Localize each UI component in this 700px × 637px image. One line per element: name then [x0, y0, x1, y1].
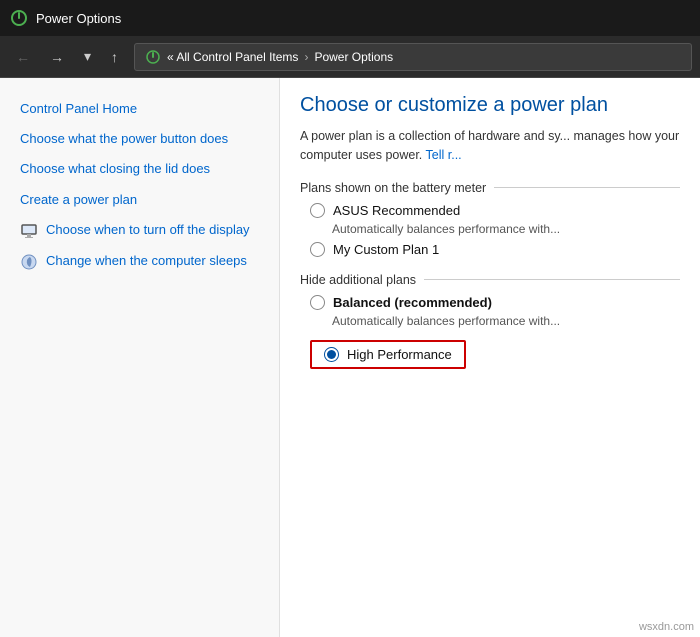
- sleep-icon: [20, 253, 38, 271]
- back-button[interactable]: ←: [8, 45, 38, 69]
- navbar: ← → ▾ ↑ « All Control Panel Items › Powe…: [0, 36, 700, 78]
- plans-shown-label: Plans shown on the battery meter: [300, 181, 680, 195]
- content-description: A power plan is a collection of hardware…: [300, 127, 680, 165]
- plan-desc-asus: Automatically balances performance with.…: [310, 222, 680, 236]
- address-bar[interactable]: « All Control Panel Items › Power Option…: [134, 43, 692, 71]
- sidebar-item-when-sleeps[interactable]: Change when the computer sleeps: [0, 246, 279, 277]
- sidebar-item-closing-lid[interactable]: Choose what closing the lid does: [0, 154, 279, 184]
- plan-name-balanced: Balanced (recommended): [333, 295, 492, 310]
- plan-item-balanced: Balanced (recommended) Automatically bal…: [310, 295, 680, 328]
- sidebar-item-power-button[interactable]: Choose what the power button does: [0, 124, 279, 154]
- sidebar-item-create-plan[interactable]: Create a power plan: [0, 185, 279, 215]
- content-area: Choose or customize a power plan A power…: [280, 78, 700, 637]
- radio-balanced[interactable]: [310, 295, 325, 310]
- radio-high-performance[interactable]: [324, 347, 339, 362]
- up-button[interactable]: ↑: [103, 45, 126, 69]
- plan-item-asus: ASUS Recommended Automatically balances …: [310, 203, 680, 236]
- high-performance-box: High Performance: [310, 340, 466, 369]
- radio-custom[interactable]: [310, 242, 325, 257]
- address-bar-icon: [145, 49, 161, 65]
- titlebar-title: Power Options: [36, 11, 121, 26]
- main-container: Control Panel Home Choose what the power…: [0, 78, 700, 637]
- radio-asus[interactable]: [310, 203, 325, 218]
- plan-desc-balanced: Automatically balances performance with.…: [310, 314, 680, 328]
- display-icon: [20, 222, 38, 240]
- forward-button[interactable]: →: [42, 45, 72, 69]
- plan-item-custom: My Custom Plan 1: [310, 242, 680, 257]
- plan-name-asus: ASUS Recommended: [333, 203, 460, 218]
- sidebar-item-turn-off-display[interactable]: Choose when to turn off the display: [0, 215, 279, 246]
- tell-more-link[interactable]: Tell r...: [426, 148, 462, 162]
- titlebar: Power Options: [0, 0, 700, 36]
- nav-path-text: « All Control Panel Items › Power Option…: [167, 50, 393, 64]
- sidebar: Control Panel Home Choose what the power…: [0, 78, 280, 637]
- plan-name-high-performance: High Performance: [347, 347, 452, 362]
- titlebar-icon: [10, 9, 28, 27]
- sidebar-item-control-panel-home[interactable]: Control Panel Home: [0, 94, 279, 124]
- dropdown-button[interactable]: ▾: [76, 44, 99, 69]
- watermark: wsxdn.com: [639, 621, 694, 633]
- page-title: Choose or customize a power plan: [300, 94, 680, 117]
- hide-plans-label: Hide additional plans: [300, 273, 680, 287]
- plan-name-custom: My Custom Plan 1: [333, 242, 439, 257]
